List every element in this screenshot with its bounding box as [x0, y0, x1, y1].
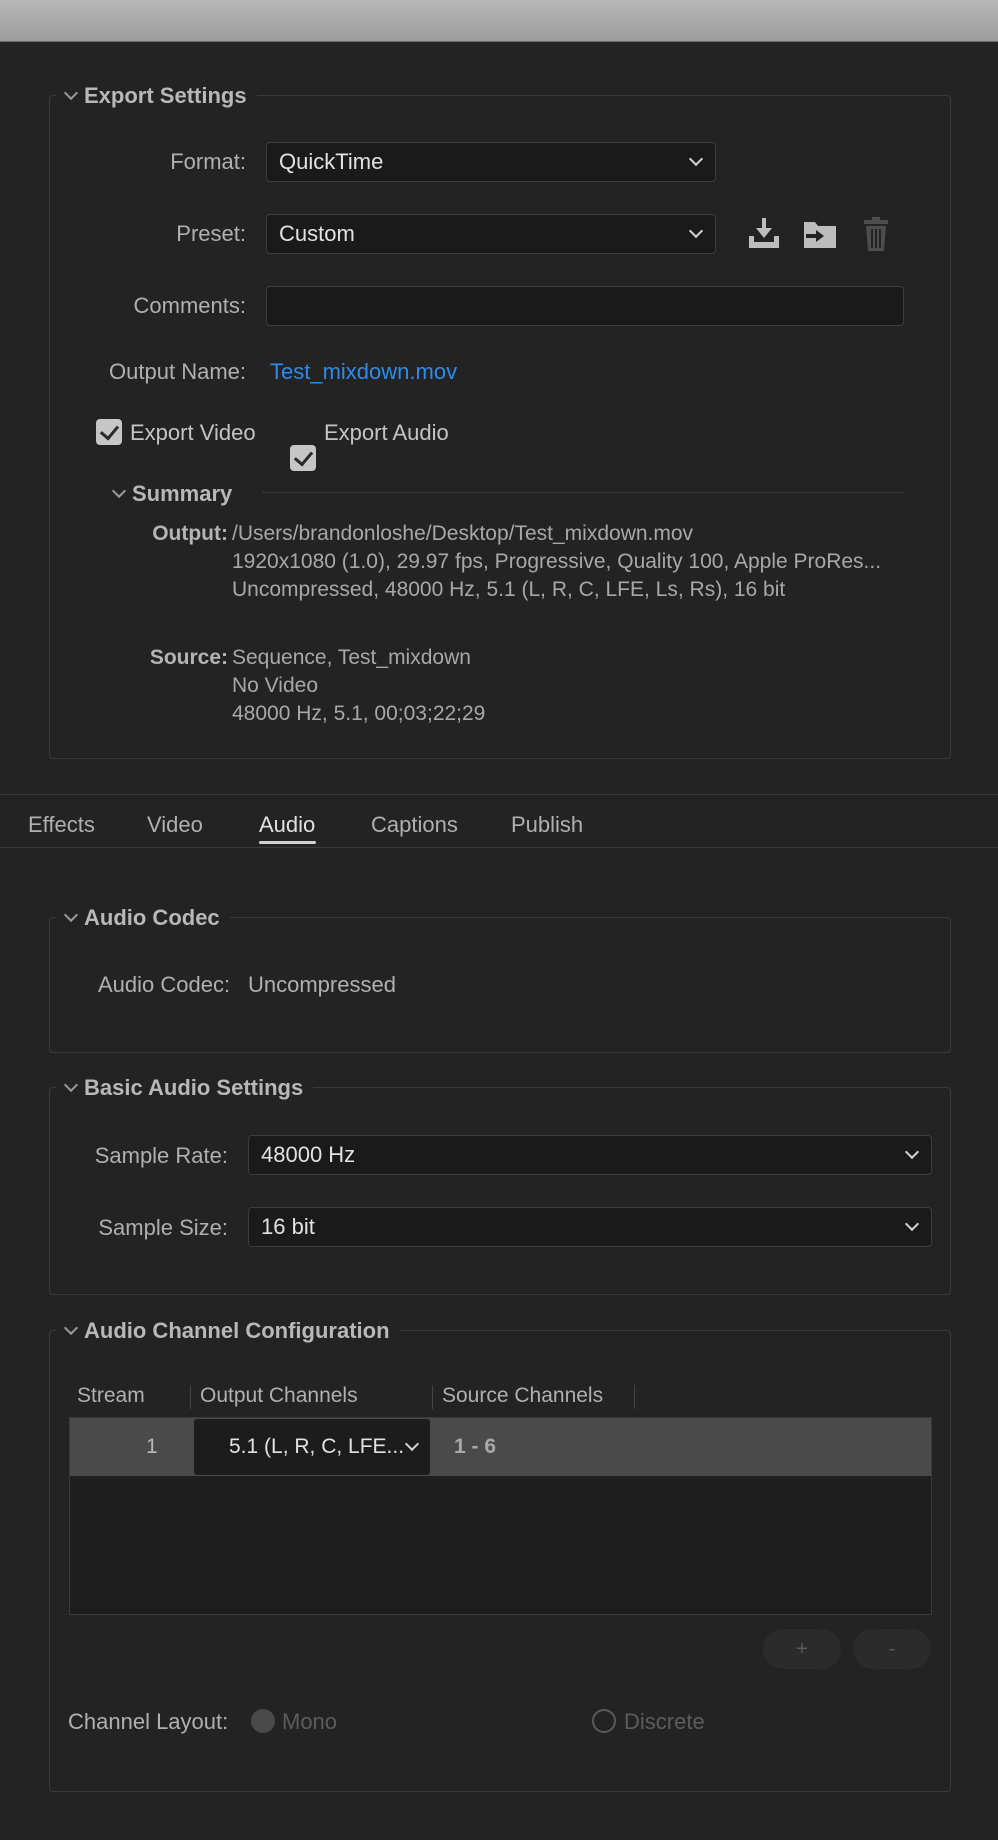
summary-output-key: Output: [152, 522, 228, 545]
column-separator [190, 1385, 191, 1409]
audio-codec-header[interactable]: Audio Codec [56, 904, 230, 932]
discrete-radio [592, 1709, 616, 1733]
audio-codec-label: Audio Codec: [98, 972, 231, 997]
audio-codec-value: Uncompressed [248, 972, 396, 997]
chevron-down-icon [60, 908, 84, 928]
tab-captions[interactable]: Captions [371, 812, 458, 838]
output-channels-value: 5.1 (L, R, C, LFE... [229, 1435, 405, 1458]
channel-layout-label: Channel Layout: [68, 1709, 229, 1734]
audio-codec-title: Audio Codec [84, 905, 220, 930]
export-settings-header[interactable]: Export Settings [56, 82, 257, 110]
output-name-label: Output Name: [109, 359, 246, 384]
comments-field[interactable] [266, 286, 904, 326]
basic-audio-settings-header[interactable]: Basic Audio Settings [56, 1074, 314, 1102]
summary-title: Summary [132, 481, 233, 506]
format-value: QuickTime [279, 149, 384, 174]
summary-header[interactable]: Summary [104, 480, 243, 508]
remove-stream-button[interactable]: - [853, 1629, 931, 1669]
comments-label: Comments: [133, 293, 246, 318]
chevron-down-icon [60, 1078, 84, 1098]
column-header-output-channels[interactable]: Output Channels [200, 1384, 358, 1408]
mono-radio [251, 1709, 275, 1733]
chevron-down-icon [688, 151, 704, 167]
tab-video[interactable]: Video [147, 812, 203, 838]
summary-source-line-3: 48000 Hz, 5.1, 00;03;22;29 [232, 702, 486, 725]
summary-output-line-2: 1920x1080 (1.0), 29.97 fps, Progressive,… [232, 550, 882, 573]
export-video-label[interactable]: Export Video [130, 420, 256, 446]
column-header-stream[interactable]: Stream [77, 1384, 145, 1408]
output-name-link[interactable]: Test_mixdown.mov [270, 359, 457, 385]
sample-rate-value: 48000 Hz [261, 1142, 356, 1167]
add-stream-button[interactable]: + [763, 1629, 841, 1669]
delete-preset-icon [856, 214, 896, 254]
chevron-down-icon [60, 86, 84, 106]
discrete-label: Discrete [624, 1709, 705, 1734]
chevron-down-icon [60, 1321, 84, 1341]
summary-divider [262, 492, 904, 493]
summary-source-line-2: No Video [232, 674, 319, 697]
column-separator [634, 1385, 635, 1409]
source-channels-cell[interactable]: 1 - 6 [454, 1435, 496, 1459]
chevron-down-icon [904, 1216, 920, 1232]
import-preset-icon[interactable] [800, 214, 840, 254]
tab-publish[interactable]: Publish [511, 812, 583, 838]
active-tab-indicator [259, 841, 316, 844]
basic-audio-settings-title: Basic Audio Settings [84, 1075, 304, 1100]
preset-value: Custom [279, 221, 355, 246]
chevron-down-icon [904, 1144, 920, 1160]
save-preset-icon[interactable] [744, 214, 784, 254]
preset-label: Preset: [176, 221, 246, 246]
preset-dropdown[interactable]: Custom [266, 214, 716, 254]
basic-audio-settings-group [49, 1087, 951, 1295]
sample-size-label: Sample Size: [98, 1215, 228, 1240]
export-settings-title: Export Settings [84, 83, 247, 108]
output-channels-dropdown[interactable]: 5.1 (L, R, C, LFE... [194, 1419, 430, 1475]
tab-audio[interactable]: Audio [259, 812, 315, 838]
summary-output-line-3: Uncompressed, 48000 Hz, 5.1 (L, R, C, LF… [232, 578, 786, 601]
summary-output-line-1: /Users/brandonloshe/Desktop/Test_mixdown… [232, 522, 694, 545]
window-title-bar [0, 0, 998, 42]
sample-size-value: 16 bit [261, 1214, 315, 1239]
mono-label: Mono [282, 1709, 338, 1734]
format-dropdown[interactable]: QuickTime [266, 142, 716, 182]
sample-size-dropdown[interactable]: 16 bit [248, 1207, 932, 1247]
export-audio-checkbox[interactable] [290, 445, 316, 471]
audio-channel-config-header[interactable]: Audio Channel Configuration [56, 1317, 400, 1345]
summary-source-key: Source: [149, 646, 228, 669]
format-label: Format: [170, 149, 246, 174]
summary-source-line-1: Sequence, Test_mixdown [232, 646, 471, 669]
audio-channel-config-title: Audio Channel Configuration [84, 1318, 390, 1343]
chevron-down-icon [404, 1436, 420, 1452]
stream-cell: 1 [146, 1435, 158, 1458]
export-audio-label[interactable]: Export Audio [324, 420, 449, 446]
chevron-down-icon [108, 484, 132, 504]
column-separator [432, 1385, 433, 1409]
sample-rate-label: Sample Rate: [94, 1143, 228, 1168]
export-video-checkbox[interactable] [96, 419, 122, 445]
column-header-source-channels[interactable]: Source Channels [442, 1384, 603, 1408]
tab-effects[interactable]: Effects [28, 812, 95, 838]
sample-rate-dropdown[interactable]: 48000 Hz [248, 1135, 932, 1175]
chevron-down-icon [688, 223, 704, 239]
